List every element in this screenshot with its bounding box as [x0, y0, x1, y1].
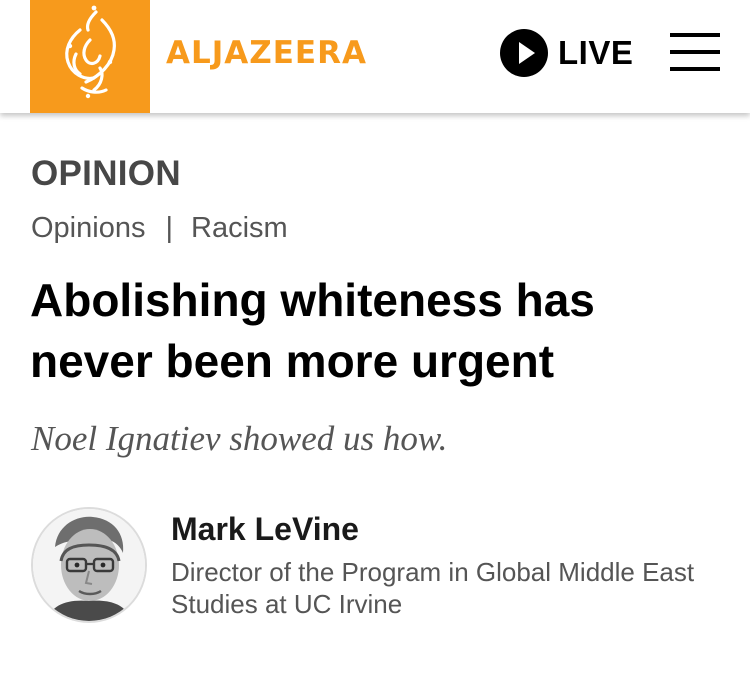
author-bio: Director of the Program in Global Middle…: [171, 557, 695, 619]
breadcrumb: Opinions | Racism: [31, 212, 288, 245]
author-name[interactable]: Mark LeVine: [171, 511, 359, 548]
live-label: LIVE: [558, 34, 634, 71]
section-label: OPINION: [31, 154, 181, 193]
site-header: ALJAZEERA LIVE: [0, 0, 750, 113]
hamburger-menu-icon[interactable]: [670, 33, 720, 71]
live-button[interactable]: LIVE: [500, 28, 633, 78]
author-photo: [33, 509, 145, 621]
site-logo[interactable]: [30, 0, 150, 113]
breadcrumb-separator: |: [165, 212, 174, 244]
menu-bar: [670, 50, 720, 54]
author-avatar[interactable]: [31, 507, 147, 623]
article-subheadline: Noel Ignatiev showed us how.: [31, 419, 448, 458]
menu-bar: [670, 33, 720, 37]
breadcrumb-racism-link[interactable]: Racism: [191, 212, 288, 245]
breadcrumb-opinions-link[interactable]: Opinions: [31, 212, 145, 245]
play-circle-icon: [500, 29, 548, 77]
logo-wordmark: ALJAZEERA: [166, 35, 367, 71]
al-jazeera-calligraphy-logo-icon: [65, 5, 116, 99]
menu-bar: [670, 67, 720, 71]
article-headline: Abolishing whiteness has never been more…: [30, 274, 595, 387]
